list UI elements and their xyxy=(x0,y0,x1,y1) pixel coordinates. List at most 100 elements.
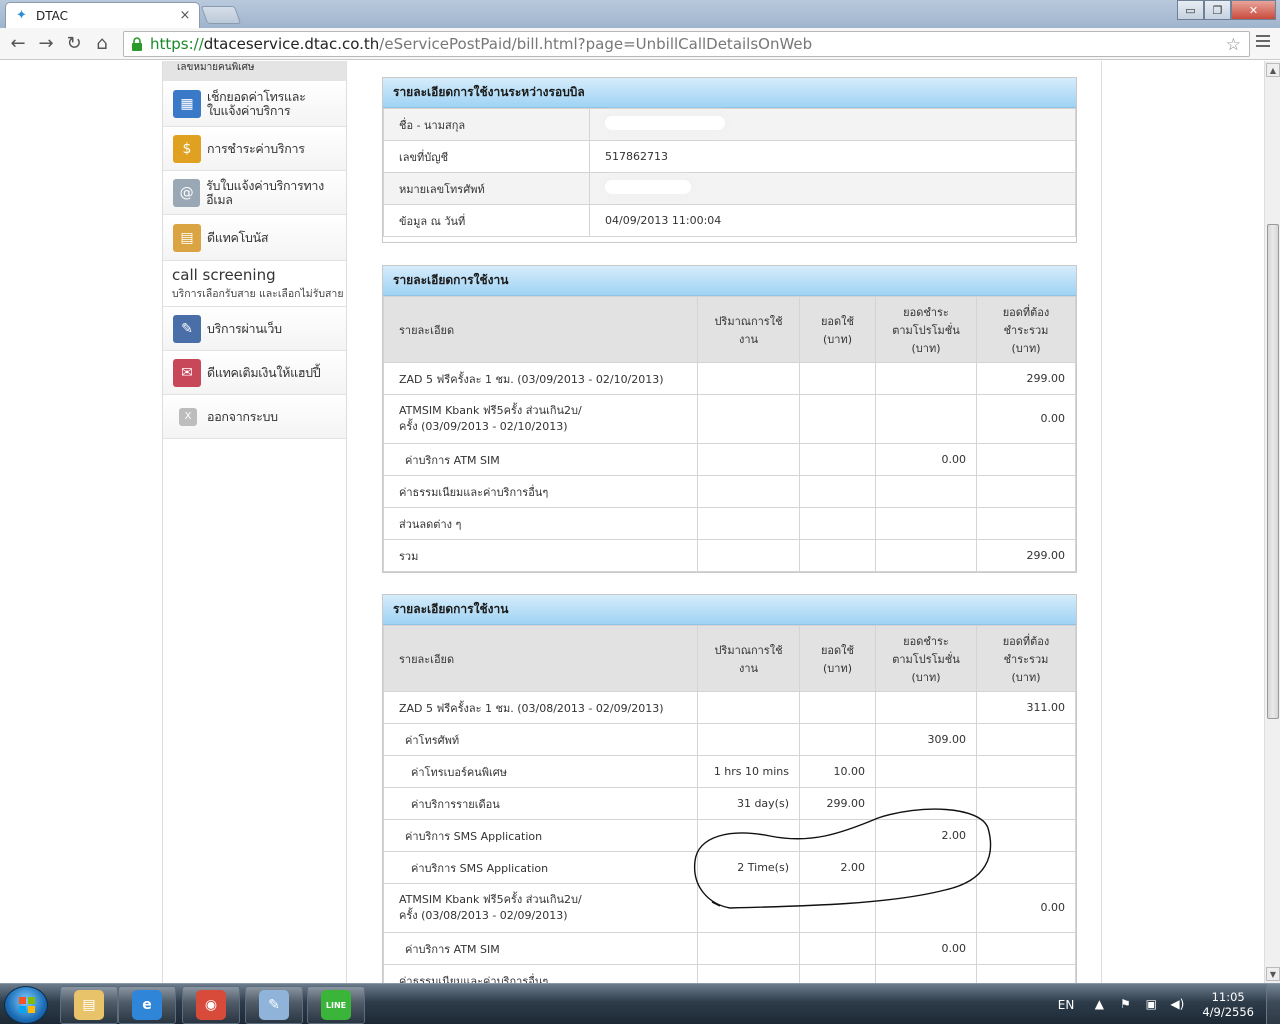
cell-description: ค่าโทรเบอร์คนพิเศษ xyxy=(383,755,698,788)
name-value-redacted xyxy=(589,108,1076,141)
header-line: งาน xyxy=(738,661,759,675)
windows-taskbar: ▤ e ◉ ✎ LINE EN ▲ ⚑ ▣ ◀) 11:05 4/9/2556 xyxy=(0,983,1280,1024)
cell-amount-used xyxy=(799,539,876,572)
header-line: ยอดใช้ xyxy=(820,314,855,328)
cell-description: ค่าบริการ SMS Application xyxy=(383,819,698,852)
header-line: ยอดชำระ xyxy=(903,305,949,319)
description-text: รวม xyxy=(399,549,419,563)
url-text: https://dtaceservice.dtac.co.th/eService… xyxy=(150,35,812,53)
header-line: ชำระรวม xyxy=(1003,652,1049,666)
bookmark-star-icon[interactable]: ☆ xyxy=(1226,35,1241,55)
column-header-amount-used: ยอดใช้ (บาท) xyxy=(799,296,876,363)
scroll-down-icon[interactable]: ▼ xyxy=(1266,967,1280,981)
show-hidden-icons-icon[interactable]: ▲ xyxy=(1090,997,1108,1013)
cell-total-due xyxy=(976,755,1076,788)
account-info-panel: รายละเอียดการใช้งานระหว่างรอบบิล ชื่อ - … xyxy=(382,77,1077,243)
taskbar-explorer-button[interactable]: ▤ xyxy=(60,986,118,1024)
sidebar-item-logout[interactable]: X ออกจากระบบ xyxy=(163,395,346,439)
maximize-button[interactable]: ❐ xyxy=(1204,0,1231,20)
cell-quantity xyxy=(697,362,800,395)
cell-description: ZAD 5 ฟรีครั้งละ 1 ชม. (03/09/2013 - 02/… xyxy=(383,362,698,395)
sidebar-item-check-bill[interactable]: ▦ เช็กยอดค่าโทรและ ใบแจ้งค่าบริการ xyxy=(163,81,346,127)
description-text: ค่าบริการ SMS Application xyxy=(411,861,549,875)
line-icon: LINE xyxy=(321,990,351,1020)
column-header-amount-used: ยอดใช้ (บาท) xyxy=(799,625,876,692)
browser-tab[interactable]: ✦ DTAC × xyxy=(5,2,200,28)
sidebar-item-call-screening[interactable]: call screening บริการเลือกรับสาย และเลือ… xyxy=(163,261,346,307)
taskbar-internet-explorer-button[interactable]: e xyxy=(118,986,176,1024)
account-number-value: 517862713 xyxy=(589,140,1076,173)
sidebar-item-topup-happy[interactable]: ✉ ดีแทคเติมเงินให้แฮปปี้ xyxy=(163,351,346,395)
header-line: (บาท) xyxy=(911,341,941,355)
description-text: ค่าธรรมเนียมและค่าบริการอื่นๆ xyxy=(399,485,549,499)
forward-button[interactable]: → xyxy=(32,30,60,58)
network-icon[interactable]: ▣ xyxy=(1142,997,1160,1013)
volume-icon[interactable]: ◀) xyxy=(1168,997,1186,1013)
description-text: ค่าบริการ ATM SIM xyxy=(405,942,500,956)
cell-promo-amount xyxy=(875,507,977,540)
cell-amount-used xyxy=(799,964,876,983)
home-button[interactable]: ⌂ xyxy=(88,30,116,58)
cell-description: ATMSIM Kbank ฟรี5ครั้ง ส่วนเกิน2บ/ครั้ง … xyxy=(383,883,698,933)
page-viewport: เลขหมายคนพิเศษ ▦ เช็กยอดค่าโทรและ ใบแจ้ง… xyxy=(0,61,1264,983)
sidebar-item-web-service[interactable]: ✎ บริการผ่านเว็บ xyxy=(163,307,346,351)
chrome-menu-icon[interactable] xyxy=(1256,35,1270,50)
panel-title: รายละเอียดการใช้งานระหว่างรอบบิล xyxy=(383,78,1076,108)
sidebar-item-label: บริการผ่านเว็บ xyxy=(207,320,282,336)
cell-quantity xyxy=(697,394,800,444)
sidebar-item-bonus[interactable]: ▤ ดีแทคโบนัส xyxy=(163,215,346,261)
vertical-scrollbar[interactable]: ▲ ▼ xyxy=(1264,61,1280,983)
scroll-up-icon[interactable]: ▲ xyxy=(1266,63,1280,77)
description-text: ส่วนลดต่าง ๆ xyxy=(399,517,462,531)
column-header-promo-amount: ยอดชำระ ตามโปรโมชั่น (บาท) xyxy=(875,296,977,363)
sidebar-item-payment[interactable]: $ การชำระค่าบริการ xyxy=(163,127,346,171)
header-line: (บาท) xyxy=(823,661,852,675)
reload-button[interactable]: ↻ xyxy=(60,30,88,58)
url-path: /eServicePostPaid/bill.html?page=UnbillC… xyxy=(379,35,813,53)
dtac-favicon-icon: ✦ xyxy=(16,7,27,23)
table-row: ZAD 5 ฟรีครั้งละ 1 ชม. (03/09/2013 - 02/… xyxy=(383,362,1076,395)
table-row: ค่าบริการ ATM SIM 0.00 xyxy=(383,932,1076,965)
address-bar[interactable]: https://dtaceservice.dtac.co.th/eService… xyxy=(123,31,1250,57)
taskbar-line-button[interactable]: LINE xyxy=(307,986,365,1024)
cell-total-due xyxy=(976,507,1076,540)
table-row: ค่าโทรศัพท์ 309.00 xyxy=(383,723,1076,756)
back-button[interactable]: ← xyxy=(4,30,32,58)
data-as-of-value: 04/09/2013 11:00:04 xyxy=(589,204,1076,237)
language-indicator[interactable]: EN xyxy=(1058,998,1075,1012)
description-text: ค่าโทรเบอร์คนพิเศษ xyxy=(411,765,507,779)
cell-description: ค่าธรรมเนียมและค่าบริการอื่นๆ xyxy=(383,964,698,983)
sidebar-item-label: รับใบแจ้งค่าบริการทางอีเมล xyxy=(206,177,324,207)
windows-logo-icon xyxy=(19,997,35,1013)
sidebar-menu: เลขหมายคนพิเศษ ▦ เช็กยอดค่าโทรและ ใบแจ้ง… xyxy=(163,61,346,439)
description-text: ค่าบริการ SMS Application xyxy=(405,829,543,843)
scrollbar-thumb[interactable] xyxy=(1267,224,1279,719)
label-line-1: เช็กยอดค่าโทรและ xyxy=(207,88,306,104)
tab-close-icon[interactable]: × xyxy=(177,8,193,23)
header-line: ยอดที่ต้อง xyxy=(1002,634,1050,648)
table-row: ค่าธรรมเนียมและค่าบริการอื่นๆ xyxy=(383,964,1076,983)
cell-total-due: 0.00 xyxy=(976,394,1076,444)
header-line: (บาท) xyxy=(911,670,941,684)
close-window-button[interactable]: ✕ xyxy=(1231,0,1276,20)
start-button[interactable] xyxy=(4,986,48,1024)
taskbar-chrome-button[interactable]: ◉ xyxy=(182,986,240,1024)
cell-promo-amount: 309.00 xyxy=(875,723,977,756)
table-row: ค่าโทรเบอร์คนพิเศษ 1 hrs 10 mins 10.00 xyxy=(383,755,1076,788)
minimize-button[interactable]: ▭ xyxy=(1177,0,1204,20)
clock-time: 11:05 xyxy=(1211,989,1245,1004)
column-header-total-due: ยอดที่ต้อง ชำระรวม (บาท) xyxy=(976,625,1076,692)
cell-quantity xyxy=(697,443,800,476)
sidebar-item-special-number[interactable]: เลขหมายคนพิเศษ xyxy=(163,61,346,81)
action-center-flag-icon[interactable]: ⚑ xyxy=(1116,997,1134,1013)
cell-quantity xyxy=(697,964,800,983)
show-desktop-button[interactable] xyxy=(1266,984,1280,1024)
call-screening-title: call screening xyxy=(172,266,276,284)
sidebar-item-ebill[interactable]: @ รับใบแจ้งค่าบริการทางอีเมล xyxy=(163,171,346,215)
header-line: ปริมาณการใช้ xyxy=(714,314,783,328)
redaction-mark xyxy=(605,180,691,194)
call-screening-subtitle: บริการเลือกรับสาย และเลือกไม่รับสาย xyxy=(172,288,344,300)
taskbar-paint-button[interactable]: ✎ xyxy=(245,986,303,1024)
new-tab-button[interactable] xyxy=(200,6,242,24)
system-clock[interactable]: 11:05 4/9/2556 xyxy=(1202,990,1254,1020)
